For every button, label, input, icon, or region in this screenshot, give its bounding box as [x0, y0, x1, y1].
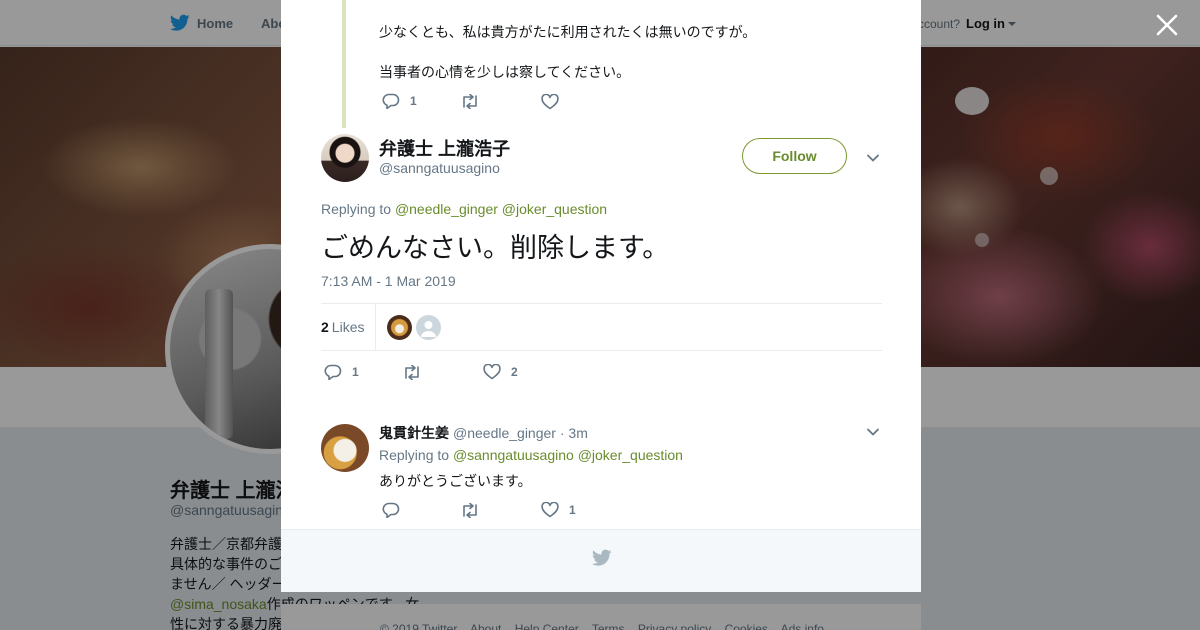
reply-button[interactable]: 1 [382, 93, 417, 109]
chevron-down-icon[interactable] [866, 425, 880, 439]
retweet-button[interactable] [460, 94, 480, 109]
replying-to-label: Replying to [379, 447, 450, 463]
heart-icon [541, 502, 559, 518]
conversation-thread-line [342, 0, 346, 128]
mention-link[interactable]: @joker_question [502, 201, 607, 217]
mention-link[interactable]: @sanngatuusagino [453, 447, 574, 463]
likes-label: Likes [331, 319, 365, 335]
tweet-timestamp[interactable]: 7:13 AM - 1 Mar 2019 [321, 273, 456, 289]
reply-time-ago[interactable]: · 3m [560, 425, 588, 441]
close-icon[interactable] [1154, 12, 1180, 38]
modal-footer [281, 529, 921, 592]
retweet-icon [463, 503, 477, 518]
like-button[interactable]: 1 [541, 502, 576, 518]
parent-tweet-text-line: 少なくとも、私は貴方がたに利用されたくは無いのですが。 [379, 24, 757, 40]
heart-icon [541, 94, 559, 110]
default-avatar-icon [421, 321, 436, 337]
reply-icon [324, 364, 342, 380]
twitter-bird-icon [592, 549, 612, 566]
reply-count: 1 [410, 94, 417, 108]
reply-author-avatar[interactable] [321, 424, 369, 472]
reply-tweet-text: ありがとうございます。 [379, 473, 532, 489]
author-handle[interactable]: @sanngatuusagino [379, 160, 500, 176]
replying-to-line: Replying to @sanngatuusagino @joker_ques… [379, 447, 683, 463]
chevron-down-icon[interactable] [866, 151, 880, 165]
liker-avatar[interactable] [416, 315, 441, 340]
retweet-button[interactable] [460, 503, 480, 518]
stats-divider [375, 304, 376, 350]
mention-link[interactable]: @needle_ginger [395, 201, 498, 217]
tweet-permalink-modal [281, 0, 921, 592]
replying-to-label: Replying to [321, 201, 392, 217]
likes-count: 2 [321, 319, 329, 335]
author-avatar[interactable] [321, 134, 369, 182]
like-button[interactable] [541, 94, 559, 110]
reply-icon [382, 93, 400, 109]
reply-button[interactable]: 1 [324, 364, 359, 380]
retweet-icon [405, 365, 419, 380]
retweet-button[interactable] [402, 365, 422, 380]
like-count: 2 [511, 365, 518, 379]
liker-avatar[interactable] [387, 315, 412, 340]
author-name[interactable]: 弁護士 上瀧浩子 [379, 135, 510, 161]
replying-to-line: Replying to @needle_ginger @joker_questi… [321, 201, 607, 217]
tweet-stats: 2 Likes [321, 303, 882, 351]
tweet-text: ごめんなさい。削除します。 [321, 233, 670, 263]
reply-button[interactable] [382, 502, 400, 518]
reply-icon [382, 502, 400, 518]
parent-tweet-text-line: 当事者の心情を少しは察してください。 [379, 64, 631, 80]
heart-icon [483, 364, 501, 380]
reply-header: 鬼貫針生姜 @needle_ginger · 3m [379, 423, 588, 443]
like-button[interactable]: 2 [483, 364, 518, 380]
reply-author-handle[interactable]: @needle_ginger [453, 425, 556, 441]
reply-count: 1 [352, 365, 359, 379]
retweet-icon [463, 94, 477, 109]
likes-stat[interactable]: 2 Likes [321, 319, 364, 335]
follow-button[interactable]: Follow [742, 138, 847, 174]
like-count: 1 [569, 503, 576, 517]
reply-author-name[interactable]: 鬼貫針生姜 [379, 425, 449, 441]
mention-link[interactable]: @joker_question [578, 447, 683, 463]
